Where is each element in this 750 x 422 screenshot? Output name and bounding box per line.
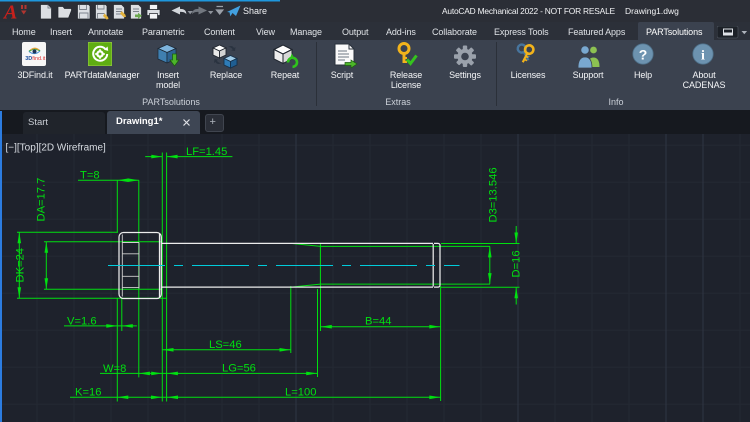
svg-text:W=8: W=8: [103, 363, 126, 375]
svg-text:i: i: [701, 49, 705, 64]
svg-text:K=16: K=16: [75, 387, 101, 399]
svg-text:T=8: T=8: [80, 170, 100, 182]
svg-text:LG=56: LG=56: [222, 363, 256, 375]
svg-text:A: A: [2, 2, 17, 23]
svg-text:[−][Top][2D Wireframe]: [−][Top][2D Wireframe]: [6, 142, 107, 153]
svg-text:V=1.6: V=1.6: [67, 316, 97, 328]
svg-text:?: ?: [639, 47, 648, 63]
svg-text:L=100: L=100: [285, 387, 316, 399]
svg-text:find.it: find.it: [32, 56, 46, 62]
svg-text:DA=17.7: DA=17.7: [36, 178, 48, 222]
svg-text:B=44: B=44: [365, 316, 391, 328]
svg-text:3D: 3D: [25, 56, 32, 62]
svg-text:D=16: D=16: [511, 250, 523, 277]
svg-text:LF=1.45: LF=1.45: [186, 146, 227, 158]
svg-text:D3=13.546: D3=13.546: [488, 167, 500, 222]
svg-text:LS=46: LS=46: [209, 339, 242, 351]
svg-text:DK=24: DK=24: [15, 248, 27, 283]
